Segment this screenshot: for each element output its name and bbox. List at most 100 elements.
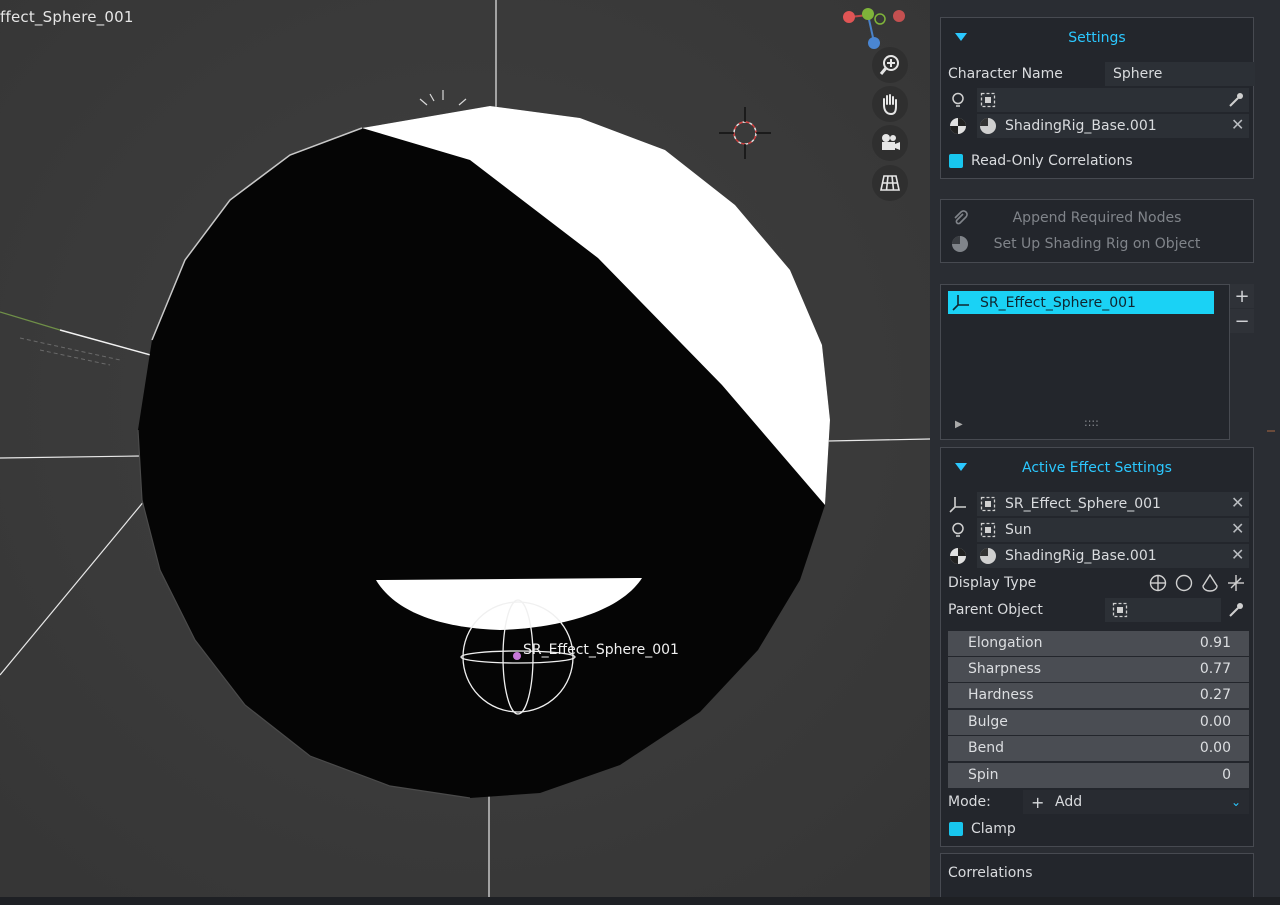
slider-label: Elongation — [968, 635, 1043, 651]
correlations-section[interactable]: Correlations — [940, 853, 1254, 897]
slider-value: 0.00 — [1199, 714, 1231, 730]
light-field[interactable]: Sun ✕ — [977, 518, 1249, 542]
setup-shading-rig-label: Set Up Shading Rig on Object — [993, 236, 1201, 252]
rig-field[interactable]: ShadingRig_Base.001 ✕ — [977, 544, 1249, 568]
effect-object-value: SR_Effect_Sphere_001 — [1005, 496, 1161, 512]
shading-ball-icon — [949, 547, 967, 565]
mode-value: Add — [1055, 794, 1083, 810]
spin-slider[interactable]: Spin 0 — [948, 763, 1249, 788]
character-name-field[interactable]: Sphere — [1105, 62, 1255, 86]
clear-light-button[interactable]: ✕ — [1231, 519, 1244, 538]
shading-ball-icon — [951, 235, 969, 253]
shading-ball-icon — [949, 117, 967, 135]
display-type-plain-axes-icon[interactable] — [1149, 574, 1167, 592]
expand-filter-icon[interactable]: ▶ — [955, 419, 963, 430]
elongation-slider[interactable]: Elongation 0.91 — [948, 631, 1249, 656]
active-effect-header[interactable]: Active Effect Settings — [941, 448, 1253, 488]
light-object-field[interactable] — [977, 88, 1249, 112]
shading-rig-row: ShadingRig_Base.001 ✕ — [941, 114, 1253, 138]
light-row: Sun ✕ — [941, 518, 1253, 542]
display-type-arrows-icon[interactable] — [1227, 574, 1245, 592]
active-effect-section: Active Effect Settings SR_Effect_Sphere_… — [940, 447, 1254, 847]
slider-value: 0.91 — [1199, 635, 1231, 651]
slider-label: Sharpness — [968, 661, 1042, 677]
scene-render[interactable] — [0, 0, 930, 897]
hand-icon — [883, 94, 897, 115]
light-object-row — [941, 88, 1253, 112]
clear-rig-button[interactable]: ✕ — [1231, 545, 1244, 564]
status-strip — [0, 897, 1280, 905]
clamp-label: Clamp — [971, 821, 1016, 837]
parent-object-field[interactable] — [1105, 598, 1221, 622]
effects-list[interactable]: SR_Effect_Sphere_001 ▶ :::: — [940, 284, 1230, 440]
correlations-title: Correlations — [948, 865, 1033, 881]
resize-handle-icon[interactable]: :::: — [1084, 416, 1099, 429]
zoom-icon — [879, 55, 899, 75]
camera-view-button[interactable] — [872, 125, 908, 161]
zoom-button[interactable] — [872, 47, 908, 83]
pan-button[interactable] — [872, 86, 908, 122]
list-item[interactable]: SR_Effect_Sphere_001 — [948, 291, 1214, 314]
eyedropper-icon[interactable] — [1227, 91, 1245, 109]
collapse-triangle-icon — [955, 463, 967, 471]
add-effect-button[interactable]: + — [1230, 284, 1254, 308]
eyedropper-icon[interactable] — [1227, 601, 1245, 619]
material-ball-icon — [979, 547, 997, 565]
rig-value: ShadingRig_Base.001 — [1005, 548, 1157, 564]
active-effect-title: Active Effect Settings — [1022, 460, 1172, 476]
display-type-cone-icon[interactable] — [1201, 574, 1219, 592]
shading-rig-value: ShadingRig_Base.001 — [1005, 118, 1157, 134]
camera-icon — [882, 134, 900, 150]
slider-label: Spin — [968, 767, 999, 783]
display-type-label: Display Type — [948, 575, 1037, 591]
slider-label: Hardness — [968, 687, 1034, 703]
effect-object-row: SR_Effect_Sphere_001 ✕ — [941, 492, 1253, 516]
slider-value: 0.27 — [1199, 687, 1231, 703]
rig-row: ShadingRig_Base.001 ✕ — [941, 544, 1253, 568]
clamp-checkbox[interactable] — [949, 822, 963, 836]
empty-origin-dot — [513, 652, 521, 660]
light-bulb-icon — [949, 521, 967, 539]
actions-section: Append Required Nodes Set Up Shading Rig… — [940, 199, 1254, 263]
settings-section: Settings Character Name Sphere ShadingRi… — [940, 17, 1255, 179]
remove-effect-button[interactable]: − — [1230, 309, 1254, 333]
effect-object-field[interactable]: SR_Effect_Sphere_001 ✕ — [977, 492, 1249, 516]
settings-title: Settings — [1068, 30, 1126, 46]
mode-dropdown[interactable]: + Add ⌄ — [1023, 790, 1249, 814]
sidebar-panel: Settings Character Name Sphere ShadingRi… — [930, 0, 1280, 897]
clamp-row: Clamp — [941, 817, 1253, 841]
character-name-label: Character Name — [948, 66, 1063, 82]
bulge-slider[interactable]: Bulge 0.00 — [948, 710, 1249, 735]
empty-axes-icon — [952, 293, 970, 311]
append-required-nodes-button[interactable]: Append Required Nodes — [941, 206, 1253, 230]
object-square-icon — [979, 495, 997, 513]
perspective-toggle-button[interactable] — [872, 165, 908, 201]
slider-label: Bulge — [968, 714, 1008, 730]
display-type-circle-icon[interactable] — [1175, 574, 1193, 592]
readonly-correlations-row: Read-Only Correlations — [941, 149, 1253, 173]
clear-shading-rig-button[interactable]: ✕ — [1231, 115, 1244, 134]
shading-rig-field[interactable]: ShadingRig_Base.001 ✕ — [977, 114, 1249, 138]
bend-slider[interactable]: Bend 0.00 — [948, 736, 1249, 761]
sharpness-slider[interactable]: Sharpness 0.77 — [948, 657, 1249, 682]
mode-row: Mode: + Add ⌄ — [941, 790, 1253, 814]
hardness-slider[interactable]: Hardness 0.27 — [948, 683, 1249, 708]
setup-shading-rig-button[interactable]: Set Up Shading Rig on Object — [941, 232, 1253, 256]
material-ball-icon — [979, 117, 997, 135]
append-required-nodes-label: Append Required Nodes — [1012, 210, 1182, 226]
light-value: Sun — [1005, 522, 1032, 538]
readonly-correlations-checkbox[interactable] — [949, 154, 963, 168]
paperclip-icon — [951, 209, 969, 227]
object-square-icon — [1111, 601, 1129, 619]
slider-value: 0.77 — [1199, 661, 1231, 677]
settings-header[interactable]: Settings — [941, 18, 1253, 58]
3d-viewport[interactable]: ffect_Sphere_001 SR_Effect_Sphere_001 — [0, 0, 930, 897]
clear-effect-object-button[interactable]: ✕ — [1231, 493, 1244, 512]
chevron-down-icon: ⌄ — [1231, 795, 1242, 809]
grid-icon — [880, 175, 900, 191]
readonly-correlations-label: Read-Only Correlations — [971, 153, 1133, 169]
object-square-icon — [979, 91, 997, 109]
display-type-row: Display Type — [941, 571, 1253, 595]
parent-object-label: Parent Object — [948, 602, 1043, 618]
object-square-icon — [979, 521, 997, 539]
